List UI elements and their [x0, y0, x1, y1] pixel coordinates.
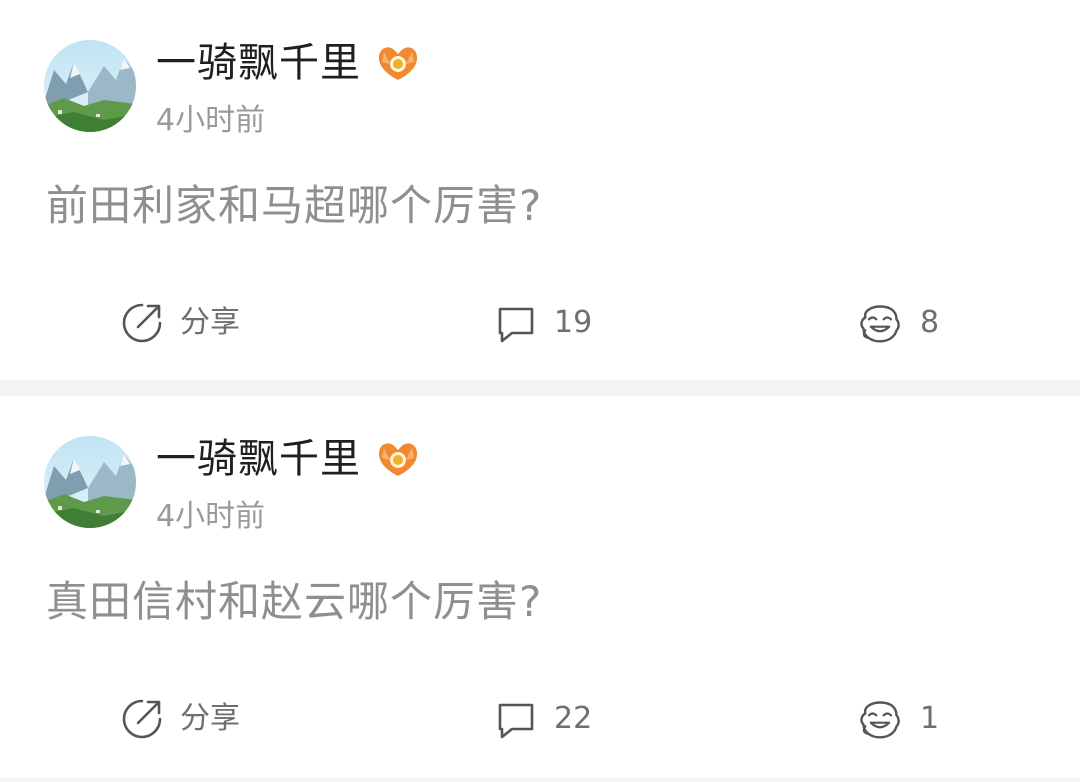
share-button[interactable]: 分享: [120, 694, 240, 744]
post-timestamp: 4小时前: [156, 499, 266, 534]
post-feed: 一骑飘千里 4小时前 前田利家和马超哪个厉害? 分享 19 8 一骑飘千里 4小…: [0, 0, 1080, 782]
comment-button[interactable]: 19: [494, 298, 592, 348]
reaction-button[interactable]: 1: [858, 694, 939, 744]
post-divider: [0, 778, 1080, 782]
comment-icon: [498, 307, 534, 343]
share-label: 分享: [180, 701, 240, 736]
share-label: 分享: [180, 305, 240, 340]
username[interactable]: 一骑飘千里: [156, 434, 361, 484]
avatar[interactable]: [44, 436, 136, 528]
comment-count: 22: [554, 701, 593, 736]
comment-count: 19: [554, 305, 593, 340]
avatar[interactable]: [44, 40, 136, 132]
reaction-count: 1: [920, 701, 940, 736]
laughing-face-icon: [860, 701, 900, 739]
share-icon: [122, 699, 162, 739]
reaction-count: 8: [920, 305, 940, 340]
comment-icon: [498, 703, 534, 739]
post-divider: [0, 380, 1080, 396]
mountain-landscape-avatar-image: [44, 436, 136, 528]
orange-fan-badge-icon: [376, 44, 420, 82]
post-content[interactable]: 前田利家和马超哪个厉害?: [46, 178, 542, 234]
post-timestamp: 4小时前: [156, 103, 266, 138]
mountain-landscape-avatar-image: [44, 40, 136, 132]
username[interactable]: 一骑飘千里: [156, 38, 361, 88]
orange-fan-badge-icon: [376, 440, 420, 478]
comment-button[interactable]: 22: [494, 694, 592, 744]
post-content[interactable]: 真田信村和赵云哪个厉害?: [46, 574, 542, 630]
share-button[interactable]: 分享: [120, 298, 240, 348]
post-card[interactable]: 一骑飘千里 4小时前 真田信村和赵云哪个厉害? 分享 22 1: [0, 396, 1080, 776]
post-card[interactable]: 一骑飘千里 4小时前 前田利家和马超哪个厉害? 分享 19 8: [0, 0, 1080, 380]
laughing-face-icon: [860, 305, 900, 343]
reaction-button[interactable]: 8: [858, 298, 939, 348]
share-icon: [122, 303, 162, 343]
